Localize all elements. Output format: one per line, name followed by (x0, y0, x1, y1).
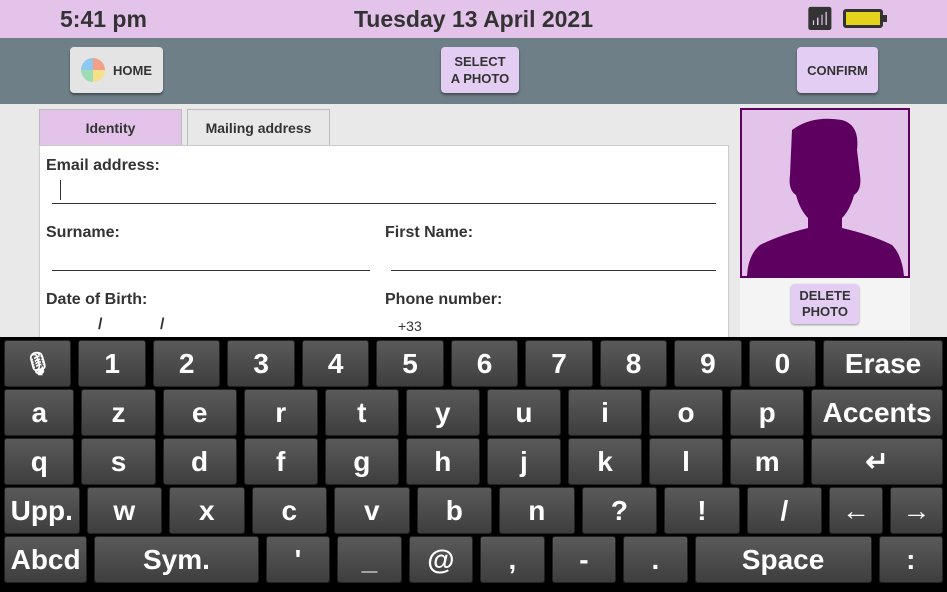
keyboard-row: 🎙︎ 1 2 3 4 5 6 7 8 9 0 Erase (4, 340, 943, 387)
surname-underline (52, 270, 370, 271)
key[interactable]: n (499, 487, 575, 534)
key[interactable]: h (405, 438, 480, 485)
surname-label: Surname: (46, 224, 120, 241)
date: Tuesday 13 April 2021 (353, 6, 594, 32)
key[interactable]: Upp. (4, 487, 80, 534)
key[interactable]: t (324, 389, 399, 436)
confirm-button[interactable]: CONFIRM (797, 47, 878, 93)
key[interactable]: m (730, 438, 805, 485)
phone-field[interactable]: +33 (398, 318, 422, 334)
key[interactable]: x (169, 487, 245, 534)
key[interactable]: o (649, 389, 724, 436)
microphone-icon: 🎙︎ (23, 350, 52, 376)
key[interactable]: p (730, 389, 805, 436)
key[interactable]: z (81, 389, 156, 436)
key[interactable]: 1 (78, 340, 146, 387)
text-caret (60, 180, 61, 200)
dob-separator: / (98, 316, 103, 333)
key[interactable]: 4 (301, 340, 370, 387)
microphone-key[interactable]: 🎙︎ (4, 340, 72, 387)
person-silhouette-icon (747, 118, 904, 276)
keyboard-row: Abcd Sym. ' _ @, -. Space: (4, 536, 944, 583)
delete-photo-button[interactable]: DELETE PHOTO (791, 284, 859, 324)
tab-identity[interactable]: Identity (39, 109, 182, 145)
key[interactable]: / (746, 487, 823, 534)
tab-mailing-address[interactable]: Mailing address (187, 109, 330, 145)
email-label: Email address: (46, 157, 160, 174)
dob-separator: / (160, 316, 165, 333)
key[interactable]: g (324, 438, 399, 485)
key[interactable]: k (567, 438, 643, 485)
key[interactable]: Abcd (4, 536, 88, 583)
profile-photo[interactable] (740, 108, 910, 278)
key[interactable]: 7 (525, 340, 593, 387)
key[interactable]: d (162, 438, 237, 485)
key[interactable]: l (649, 438, 724, 485)
key[interactable]: y (405, 389, 480, 436)
keyboard-row: q s d f g h j k l m ↵ (4, 438, 943, 485)
key[interactable]: Space (694, 536, 872, 583)
first-name-underline (391, 270, 716, 271)
key[interactable]: ? (581, 487, 658, 534)
key[interactable]: Sym. (94, 536, 259, 583)
key[interactable]: q (4, 438, 75, 485)
identity-form: Email address: Surname: First Name: Date… (39, 145, 729, 345)
key[interactable]: 5 (376, 340, 444, 387)
keyboard-row: a z e r t y u i o p Accents (4, 389, 943, 436)
phone-prefix: +33 (398, 318, 422, 334)
key[interactable]: Erase (823, 340, 943, 387)
key[interactable]: _ (337, 536, 402, 583)
keyboard-row: Upp. w x c v b n?! / ← → (4, 487, 944, 534)
home-label: HOME (113, 62, 152, 78)
key[interactable]: 6 (450, 340, 519, 387)
key[interactable]: 3 (227, 340, 295, 387)
key[interactable]: ! (664, 487, 740, 534)
wifi-icon: 📶︎ (806, 6, 834, 31)
phone-label: Phone number: (385, 291, 503, 308)
key[interactable]: ' (265, 536, 331, 583)
key[interactable]: i (567, 389, 643, 436)
home-app-icon (81, 58, 105, 82)
key[interactable]: j (486, 438, 561, 485)
key[interactable]: , (480, 536, 545, 583)
status-bar: 5:41 pm Tuesday 13 April 2021 📶︎ (0, 0, 947, 38)
key[interactable]: 9 (674, 340, 742, 387)
key[interactable]: f (243, 438, 318, 485)
key[interactable]: u (486, 389, 561, 436)
key[interactable]: c (251, 487, 328, 534)
key[interactable]: - (551, 536, 617, 583)
key[interactable]: b (416, 487, 493, 534)
first-name-label: First Name: (385, 224, 474, 241)
home-button[interactable]: HOME (70, 47, 163, 93)
key[interactable]: w (86, 487, 163, 534)
key[interactable]: 8 (599, 340, 668, 387)
key[interactable]: ← (829, 487, 883, 534)
email-underline (52, 203, 716, 204)
key[interactable]: a (4, 389, 75, 436)
key[interactable]: @ (408, 536, 474, 583)
email-field[interactable] (52, 176, 716, 204)
dob-label: Date of Birth: (46, 291, 148, 308)
select-photo-button[interactable]: SELECT A PHOTO (441, 47, 519, 93)
battery-charging-icon (843, 9, 887, 28)
surname-field[interactable] (52, 244, 370, 271)
key[interactable]: 2 (152, 340, 221, 387)
key[interactable]: . (623, 536, 688, 583)
toolbar: HOME SELECT A PHOTO CONFIRM (0, 38, 947, 104)
key[interactable]: Accents (811, 389, 943, 436)
key[interactable]: 0 (748, 340, 817, 387)
key[interactable]: ↵ (811, 438, 943, 485)
key[interactable]: : (878, 536, 944, 583)
dob-field[interactable]: / / (52, 314, 252, 339)
on-screen-keyboard: 🎙︎ 1 2 3 4 5 6 7 8 9 0 Erase a z e r t y u i o p Accents q s d f g h… (0, 337, 947, 592)
key[interactable]: s (81, 438, 156, 485)
key[interactable]: e (162, 389, 237, 436)
key[interactable]: v (334, 487, 410, 534)
key[interactable]: → (889, 487, 944, 534)
key[interactable]: r (243, 389, 318, 436)
first-name-field[interactable] (391, 244, 716, 271)
